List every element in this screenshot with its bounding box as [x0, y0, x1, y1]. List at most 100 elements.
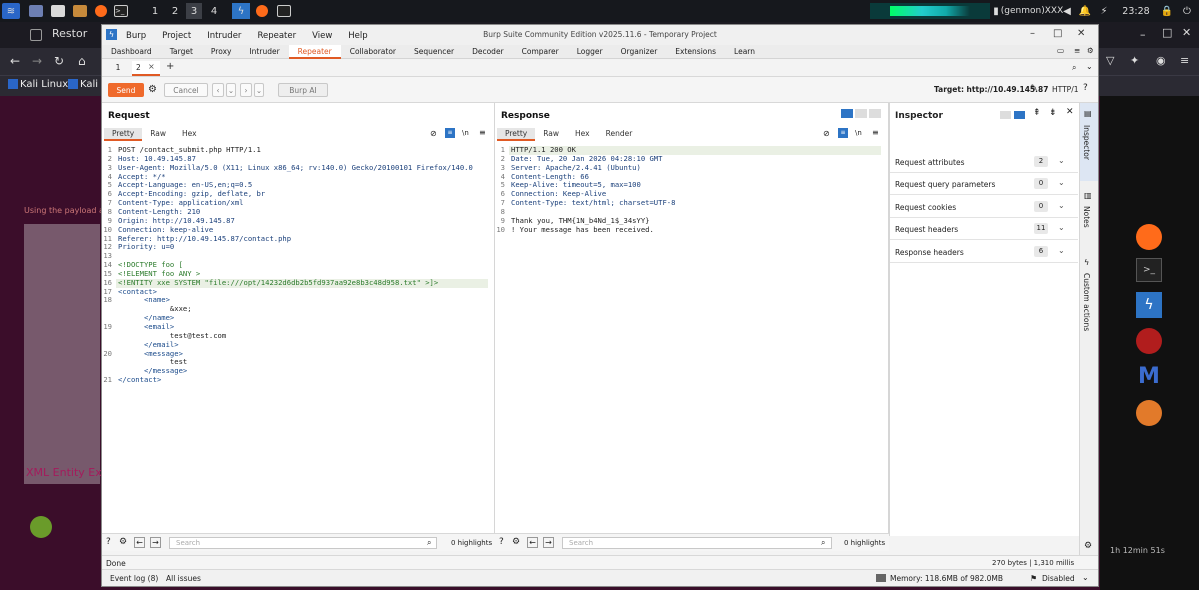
request-tab-raw[interactable]: Raw [142, 128, 174, 141]
response-editor[interactable]: 1 HTTP/1.1 200 OK 2 Date: Tue, 20 Jan 2026 … [495, 144, 889, 524]
response-tab-raw[interactable]: Raw [535, 128, 567, 141]
tab-decoder[interactable]: Decoder [463, 45, 513, 59]
power-status-icon[interactable]: ⚡ [1098, 3, 1110, 19]
tab-repeater[interactable]: Repeater [288, 45, 341, 59]
all-issues-link[interactable]: All issues [166, 574, 201, 583]
maximize-icon[interactable]: □ [1053, 28, 1062, 39]
dock-metasploit-icon[interactable]: M [1136, 364, 1162, 390]
menu-repeater[interactable]: Repeater [249, 31, 304, 41]
split-view-icon[interactable]: ▭ [1057, 46, 1064, 60]
tab-learn[interactable]: Learn [725, 45, 764, 59]
response-newline-icon[interactable]: \n [855, 129, 862, 137]
tab-extensions[interactable]: Extensions [666, 45, 725, 59]
firefox-window-icon[interactable] [254, 3, 270, 19]
layout-side-by-side-icon[interactable] [841, 109, 853, 118]
minimize-icon[interactable]: – [1030, 28, 1035, 39]
folder-icon[interactable] [72, 3, 88, 19]
tab-sequencer[interactable]: Sequencer [405, 45, 463, 59]
workspace-4[interactable]: 4 [207, 3, 221, 19]
tab-proxy[interactable]: Proxy [202, 45, 241, 59]
menu-burp[interactable]: Burp [118, 31, 154, 41]
lock-icon[interactable]: 🔒 [1160, 3, 1174, 19]
logout-icon[interactable]: ⏻ [1180, 3, 1194, 19]
tab-collaborator[interactable]: Collaborator [341, 45, 405, 59]
reload-icon[interactable]: ↻ [54, 54, 64, 68]
dock-target-icon[interactable] [1136, 328, 1162, 354]
browser-tab-label[interactable]: Restor [52, 27, 87, 40]
forward-history-icon[interactable]: › [240, 83, 252, 97]
cancel-button[interactable]: Cancel [164, 83, 208, 97]
response-search-settings-icon[interactable]: ⚙ [512, 537, 520, 547]
minimize-browser-icon[interactable]: – [1140, 28, 1146, 41]
inspector-row-query-params[interactable]: Request query parameters 0 ⌄ [890, 173, 1078, 195]
dock-firefox-icon[interactable] [1136, 224, 1162, 250]
inspector-row-request-headers[interactable]: Request headers 11 ⌄ [890, 218, 1078, 240]
request-editor[interactable]: 1 POST /contact_submit.php HTTP/1.1 2 Host:… [102, 144, 495, 524]
request-search-input[interactable]: Search [169, 537, 437, 549]
response-prev-match-icon[interactable]: ← [527, 537, 538, 548]
expand-all-icon[interactable]: ⇟ [1049, 108, 1057, 118]
back-history-icon[interactable]: ‹ [212, 83, 224, 97]
burp-taskbar-icon[interactable]: ϟ [232, 3, 250, 19]
response-tab-render[interactable]: Render [598, 128, 641, 141]
http-version-label[interactable]: HTTP/1 [1052, 85, 1079, 94]
back-dropdown-icon[interactable]: ⌄ [226, 83, 236, 97]
files-icon[interactable] [50, 3, 66, 19]
response-help-icon[interactable]: ? [499, 537, 504, 547]
extension-icon[interactable]: ✦ [1130, 54, 1139, 67]
layout-tabs-icon[interactable] [869, 109, 881, 118]
back-icon[interactable]: ← [10, 54, 20, 68]
help-icon[interactable]: ? [1083, 83, 1088, 93]
notification-icon[interactable]: 🔔 [1079, 3, 1091, 19]
subtab-2[interactable]: 2 [136, 63, 141, 72]
forward-icon[interactable]: → [32, 54, 42, 68]
dock-terminal-icon[interactable]: >_ [1136, 258, 1162, 282]
terminal-window-icon[interactable] [276, 3, 292, 19]
tab-intruder[interactable]: Intruder [240, 45, 288, 59]
maximize-browser-icon[interactable]: □ [1162, 26, 1172, 39]
add-subtab-icon[interactable]: + [166, 61, 174, 72]
inspector-layout-icon-1[interactable] [1000, 111, 1011, 119]
menu-icon[interactable]: ≡ [1180, 54, 1189, 67]
tab-organizer[interactable]: Organizer [612, 45, 667, 59]
side-tab-custom-actions[interactable]: Custom actions [1082, 273, 1091, 331]
response-pretty-toggle-icon[interactable]: ≡ [838, 128, 848, 138]
tab-logger[interactable]: Logger [568, 45, 612, 59]
workspace-2[interactable]: 2 [168, 3, 182, 19]
home-icon[interactable]: ⌂ [78, 54, 86, 68]
burp-ai-button[interactable]: Burp AI [278, 83, 328, 97]
close-icon[interactable]: ✕ [1077, 28, 1085, 39]
tab-target[interactable]: Target [161, 45, 202, 59]
pocket-icon[interactable]: ▽ [1106, 54, 1114, 67]
edit-target-icon[interactable]: ✎ [1030, 84, 1038, 94]
response-search-input[interactable]: Search [562, 537, 832, 549]
menu-help[interactable]: Help [340, 31, 375, 41]
request-next-match-icon[interactable]: → [150, 537, 161, 548]
side-settings-icon[interactable]: ⚙ [1084, 541, 1092, 551]
send-settings-icon[interactable]: ⚙ [148, 83, 160, 96]
tab-dashboard[interactable]: Dashboard [102, 45, 161, 59]
event-log-link[interactable]: Event log (8) [110, 574, 158, 583]
inspector-row-cookies[interactable]: Request cookies 0 ⌄ [890, 196, 1078, 218]
volume-icon[interactable]: ◀ [1060, 3, 1074, 19]
side-tab-notes[interactable]: Notes [1082, 206, 1091, 228]
settings-icon[interactable]: ⚙ [1087, 46, 1094, 60]
response-menu-icon[interactable]: ≡ [872, 128, 879, 137]
newline-icon[interactable]: \n [462, 129, 469, 137]
collapse-all-icon[interactable]: ⇞ [1033, 108, 1041, 118]
firefox-icon[interactable] [93, 3, 109, 19]
pretty-toggle-icon[interactable]: ≡ [445, 128, 455, 138]
inspector-layout-icon-2[interactable] [1014, 111, 1025, 119]
disabled-status[interactable]: Disabled [1042, 574, 1075, 583]
dock-burp-icon[interactable]: ϟ [1136, 292, 1162, 318]
bookmark-kali-linux[interactable]: Kali Linux [20, 79, 68, 90]
tabs-menu-icon[interactable]: ≡ [1074, 46, 1080, 60]
subtab-1[interactable]: 1 [108, 63, 128, 75]
request-prev-match-icon[interactable]: ← [134, 537, 145, 548]
kali-menu-icon[interactable]: ≋ [2, 3, 20, 19]
response-hide-nonprintable-icon[interactable]: ⊘ [823, 129, 830, 138]
dock-pen-icon[interactable] [1136, 400, 1162, 426]
request-tab-hex[interactable]: Hex [174, 128, 205, 141]
subtab-menu-icon[interactable]: ⌄ [1086, 62, 1093, 71]
request-menu-icon[interactable]: ≡ [479, 128, 486, 137]
